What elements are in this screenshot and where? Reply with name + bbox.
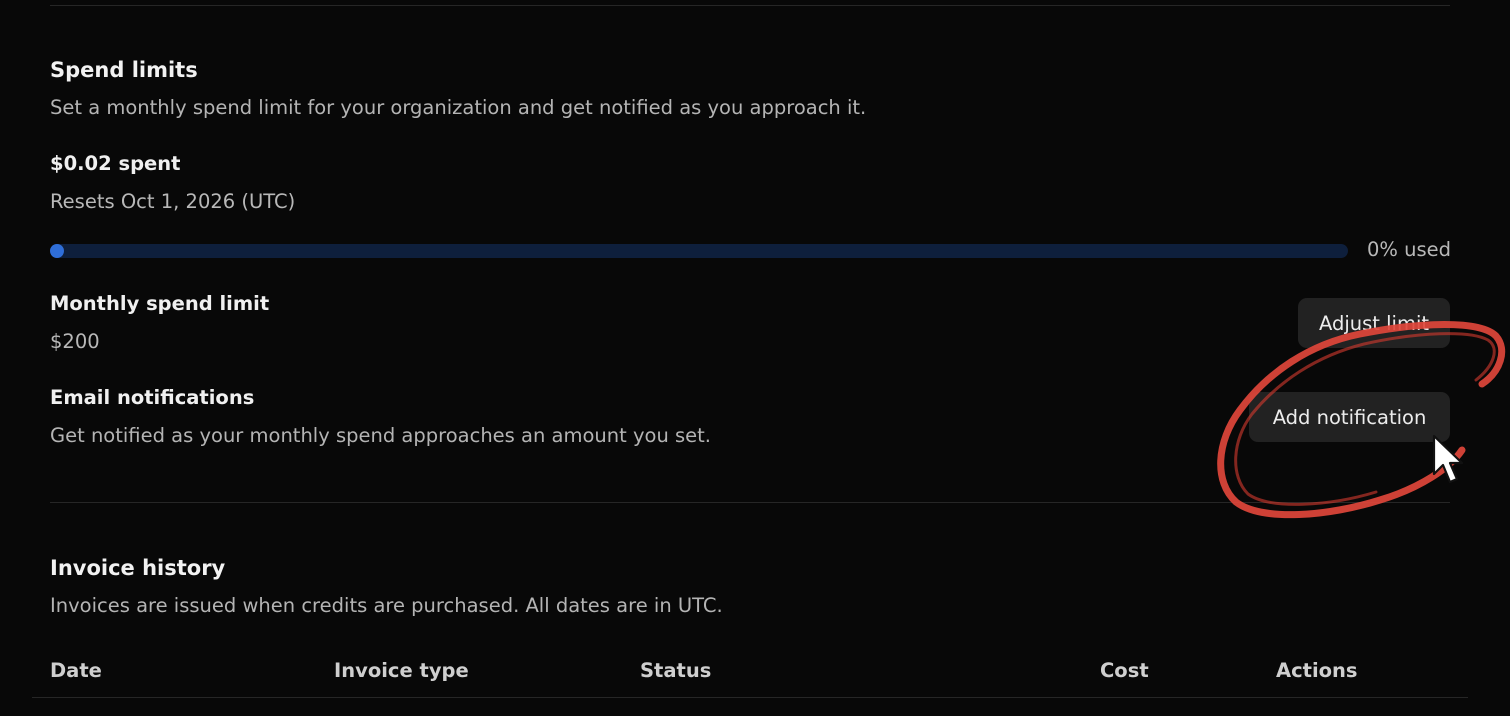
monthly-limit-label: Monthly spend limit bbox=[50, 292, 270, 315]
section-divider bbox=[50, 502, 1450, 503]
top-divider bbox=[50, 5, 1450, 6]
spend-limits-description: Set a monthly spend limit for your organ… bbox=[50, 96, 867, 119]
usage-progress-fill bbox=[50, 244, 64, 258]
amount-spent: $0.02 spent bbox=[50, 152, 181, 175]
reset-date: Resets Oct 1, 2026 (UTC) bbox=[50, 190, 296, 213]
email-notifications-description: Get notified as your monthly spend appro… bbox=[50, 424, 712, 447]
column-header-status[interactable]: Status bbox=[640, 659, 711, 682]
monthly-limit-value: $200 bbox=[50, 330, 100, 353]
table-header-divider bbox=[32, 697, 1468, 698]
invoice-history-description: Invoices are issued when credits are pur… bbox=[50, 594, 723, 617]
invoice-history-title: Invoice history bbox=[50, 556, 226, 580]
mouse-cursor-icon bbox=[1432, 434, 1464, 484]
spend-limits-title: Spend limits bbox=[50, 58, 198, 82]
adjust-limit-button[interactable]: Adjust limit bbox=[1298, 298, 1450, 348]
column-header-invoice-type[interactable]: Invoice type bbox=[334, 659, 469, 682]
billing-page: Spend limits Set a monthly spend limit f… bbox=[0, 0, 1510, 716]
column-header-date[interactable]: Date bbox=[50, 659, 102, 682]
add-notification-button[interactable]: Add notification bbox=[1249, 392, 1450, 442]
column-header-cost[interactable]: Cost bbox=[1100, 659, 1149, 682]
usage-progress-bar bbox=[50, 244, 1348, 258]
email-notifications-label: Email notifications bbox=[50, 386, 255, 409]
usage-percent-label: 0% used bbox=[1367, 238, 1452, 261]
column-header-actions[interactable]: Actions bbox=[1276, 659, 1358, 682]
